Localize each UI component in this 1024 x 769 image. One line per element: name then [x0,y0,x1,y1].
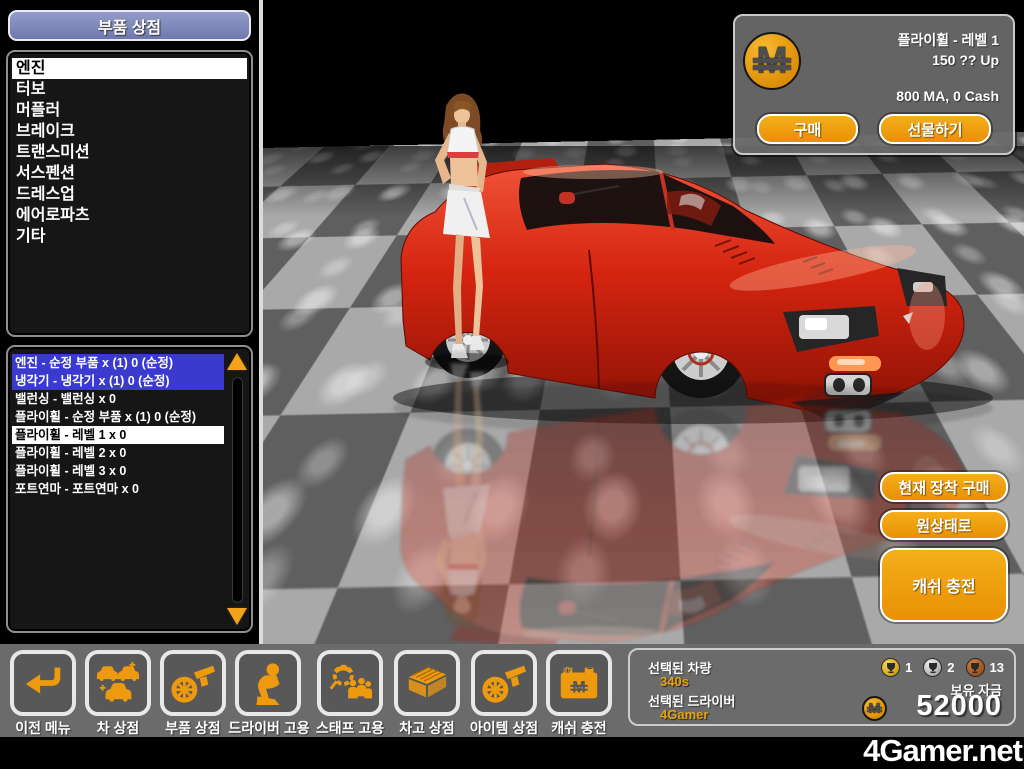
menu-parts-shop-button[interactable] [160,650,226,716]
part-item[interactable]: 플라이휠 - 레벨 1 x 0 [12,426,224,444]
buy-equipped-button[interactable]: 현재 장착 구매 [880,472,1008,502]
ma-coin-icon: M [743,32,801,90]
gold-medal-icon [881,658,900,677]
scroll-down-arrow-icon[interactable] [227,608,247,625]
part-item[interactable]: 냉각기 - 냉각기 x (1) 0 (순정) [12,372,224,390]
category-item-brake[interactable]: 브레이크 [12,121,247,142]
garage-icon [404,660,450,706]
ma-coin-icon: M [862,696,887,721]
bottom-menu-bar: + − M 이전 메뉴 차 상점 부품 상점 드라이버 고용 스태프 고용 차고… [0,644,1024,737]
category-item-muffler[interactable]: 머플러 [12,100,247,121]
part-price: 800 MA, 0 Cash [896,88,999,104]
buy-button[interactable]: 구매 [757,114,858,144]
parts-shop-title-button[interactable]: 부품 상점 [8,10,251,41]
funds-value: 52000 [916,690,1002,723]
category-item-engine[interactable]: 엔진 [12,58,247,79]
menu-item-shop-button[interactable] [471,650,537,716]
medal-counts: 1 2 13 [881,658,1004,677]
parts-list: 엔진 - 순정 부품 x (1) 0 (순정) 냉각기 - 냉각기 x (1) … [6,345,253,633]
bronze-medal-count: 13 [990,660,1004,675]
svg-text:M: M [572,679,586,697]
racing-driver-icon [245,660,291,706]
selected-vehicle-value: 340s [660,674,689,689]
scroll-up-arrow-icon[interactable] [227,353,247,370]
bronze-medal-icon [966,658,985,677]
restore-button[interactable]: 원상태로 [880,510,1008,540]
scrollbar-track[interactable] [232,377,243,603]
menu-hire-driver-button[interactable] [235,650,301,716]
part-item[interactable]: 밸런싱 - 밸런싱 x 0 [12,390,224,408]
silver-medal-icon [923,658,942,677]
menu-cash-charge-button[interactable]: + − M [546,650,612,716]
4gamer-watermark: 4Gamer.net [863,733,1022,769]
category-item-etc[interactable]: 기타 [12,226,247,247]
gold-medal-count: 1 [905,660,912,675]
category-item-turbo[interactable]: 터보 [12,79,247,100]
svg-text:−: − [587,664,592,674]
cash-charge-button[interactable]: 캐쉬 충전 [880,548,1008,622]
back-arrow-icon [20,660,66,706]
silver-medal-count: 2 [947,660,954,675]
category-item-transmission[interactable]: 트랜스미션 [12,142,247,163]
category-item-dressup[interactable]: 드레스업 [12,184,247,205]
part-item[interactable]: 포트연마 - 포트연마 x 0 [12,480,224,498]
wheel-spoiler-icon [170,660,216,706]
menu-garage-shop-button[interactable] [394,650,460,716]
category-item-suspension[interactable]: 서스펜션 [12,163,247,184]
part-item[interactable]: 플라이휠 - 레벨 2 x 0 [12,444,224,462]
menu-hire-staff-button[interactable] [317,650,383,716]
part-item[interactable]: 플라이휠 - 순정 부품 x (1) 0 (순정) [12,408,224,426]
selected-driver-value: 4Gamer [660,707,708,722]
menu-car-shop-button[interactable] [85,650,151,716]
wheel-spoiler-icon [481,660,527,706]
category-list: 엔진 터보 머플러 브레이크 트랜스미션 서스펜션 드레스업 에어로파츠 기타 [6,50,253,337]
part-item[interactable]: 플라이휠 - 레벨 3 x 0 [12,462,224,480]
bottom-black-strip: 4Gamer.net [0,737,1024,768]
staff-crew-icon [327,660,373,706]
part-effect: 150 ?? Up [932,52,999,68]
battery-ma-icon: + − M [556,660,602,706]
part-item[interactable]: 엔진 - 순정 부품 x (1) 0 (순정) [12,354,224,372]
svg-text:+: + [565,665,570,674]
gift-button[interactable]: 선물하기 [879,114,991,144]
menu-previous-button[interactable] [10,650,76,716]
category-item-aeroparts[interactable]: 에어로파츠 [12,205,247,226]
cars-icon [95,660,141,706]
menu-label-cash-charge: 캐쉬 충전 [524,718,634,738]
selected-part-name: 플라이휠 - 레벨 1 [898,30,999,50]
viewport-divider [259,0,263,644]
side-mirror [559,192,575,204]
status-panel: 선택된 차량 340s 선택된 드라이버 4Gamer 1 2 13 보유 자금… [628,648,1016,726]
